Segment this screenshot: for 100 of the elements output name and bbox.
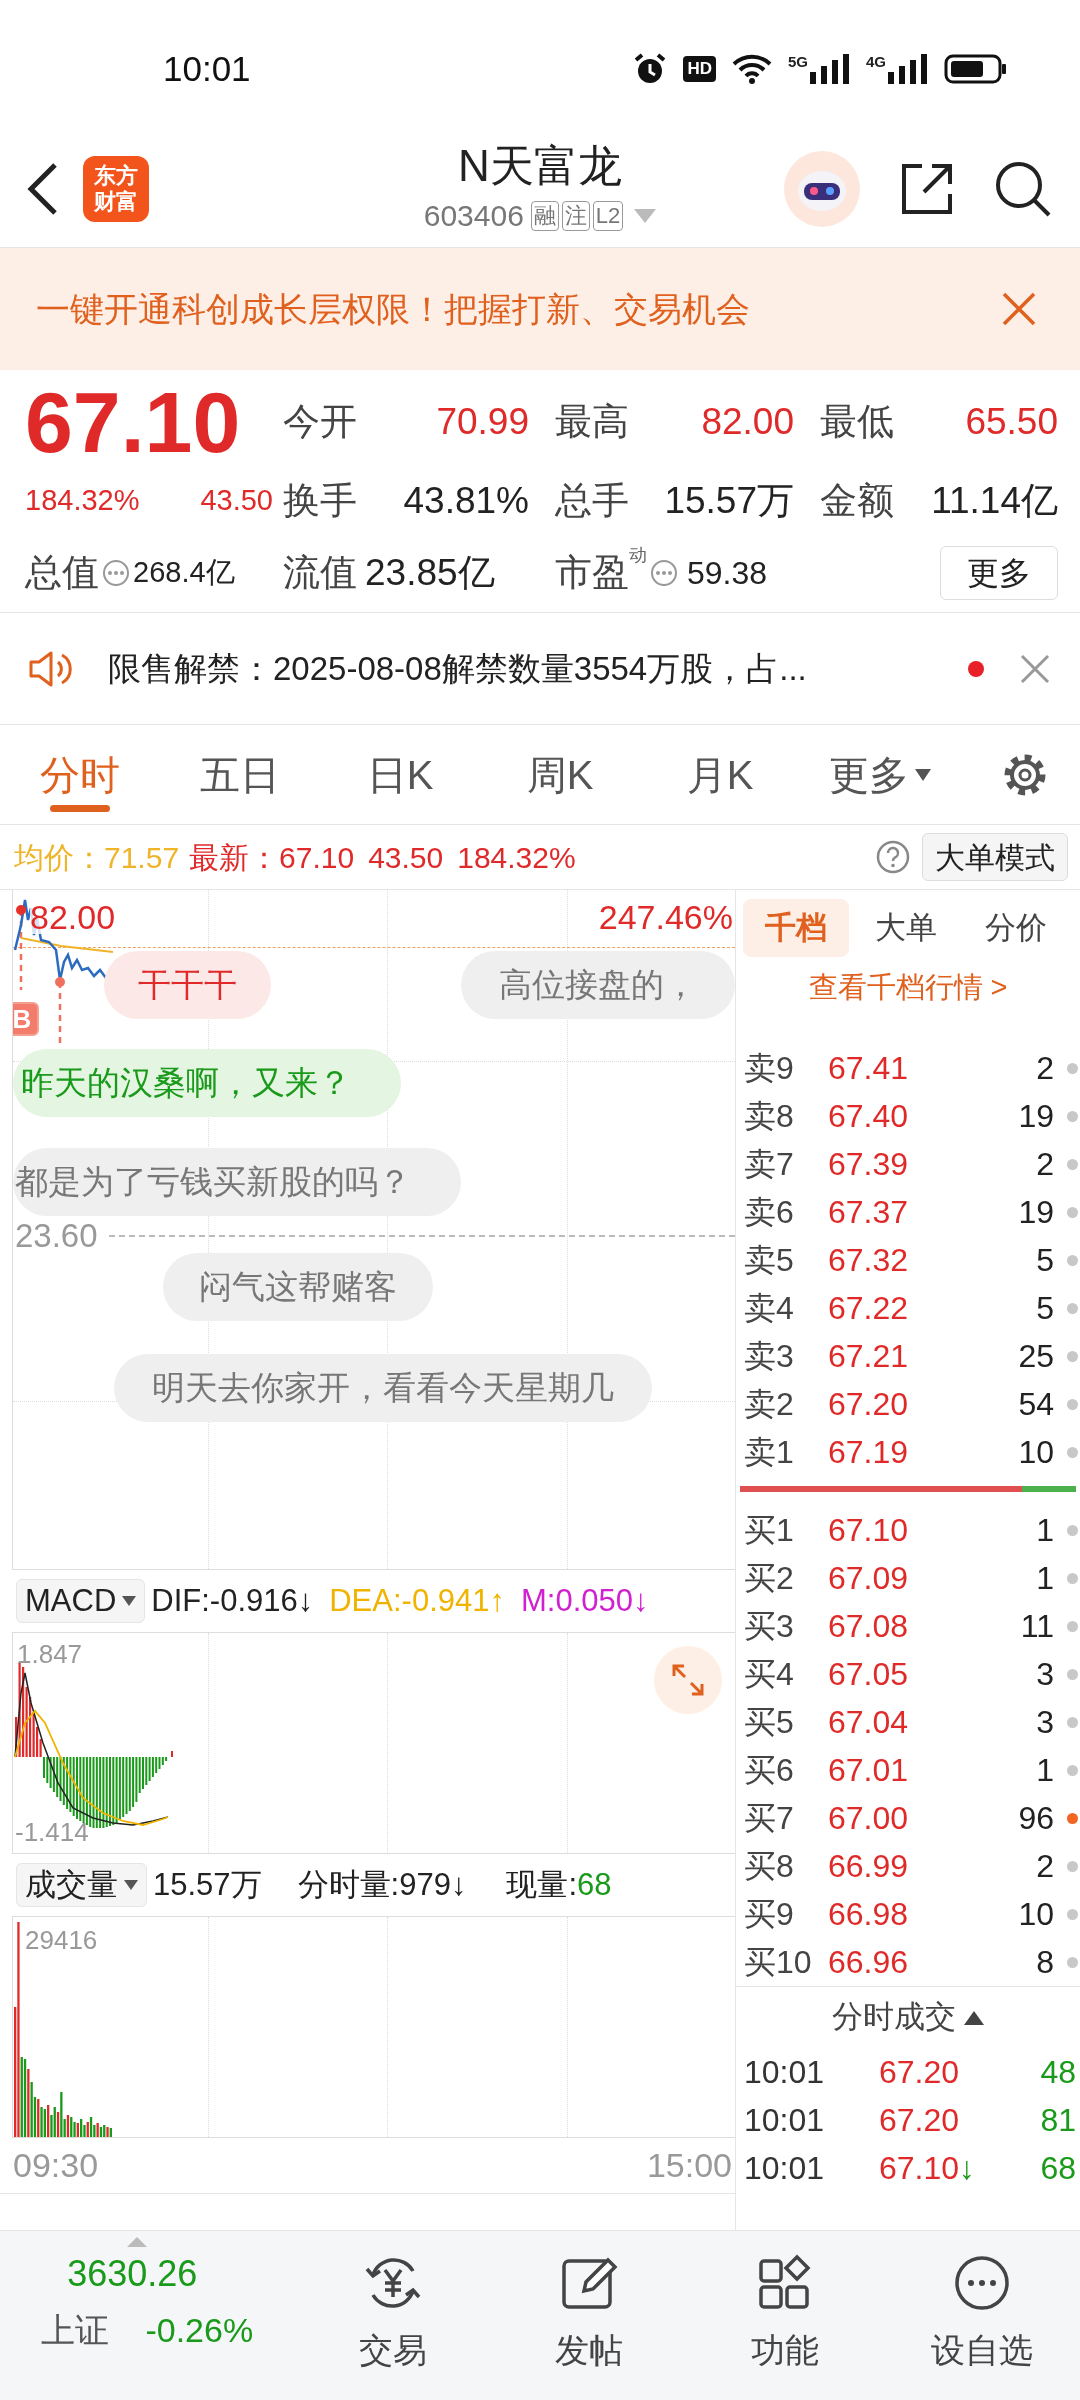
comment-bubble: 都是为了亏钱买新股的吗？ bbox=[13, 1148, 461, 1216]
period-tab[interactable]: 分时 bbox=[0, 725, 160, 824]
order-level-label: 卖5 bbox=[744, 1241, 795, 1280]
time-label: 09:30 bbox=[13, 2145, 99, 2186]
order-level-label: 卖8 bbox=[744, 1097, 795, 1136]
nav-label[interactable]: 功能 bbox=[751, 2325, 820, 2376]
order-volume: 2 bbox=[1036, 1049, 1054, 1088]
mode-button[interactable]: 大单模式 bbox=[922, 833, 1068, 881]
depth-link[interactable]: 查看千档行情 > bbox=[808, 965, 1008, 1010]
order-price: 67.39 bbox=[828, 1145, 910, 1184]
order-price: 67.37 bbox=[828, 1193, 910, 1232]
notice-label: 限售解禁： bbox=[108, 648, 273, 689]
notice-text[interactable]: 2025-08-08解禁数量3554万股，占... bbox=[273, 643, 807, 694]
period-tab[interactable]: 更多 bbox=[800, 725, 960, 824]
trade-time: 10:01 bbox=[744, 2101, 826, 2140]
order-price: 67.05 bbox=[828, 1655, 910, 1694]
order-level-label: 买10 bbox=[744, 1943, 813, 1982]
stock-tag: 注 bbox=[561, 200, 590, 231]
app-logo: 东方 财富 bbox=[83, 155, 149, 222]
current-volume: 68 bbox=[577, 1865, 612, 1904]
order-book-tab[interactable]: 分价 bbox=[963, 899, 1069, 957]
latest-price: 67.10 bbox=[279, 839, 355, 876]
info-icon[interactable] bbox=[102, 559, 130, 587]
average-label: 均价： bbox=[14, 839, 104, 876]
nav-label[interactable]: 交易 bbox=[358, 2325, 427, 2376]
period-tab[interactable]: 日K bbox=[320, 725, 480, 824]
nav-label[interactable]: 设自选 bbox=[930, 2325, 1033, 2376]
trade-volume: 81 bbox=[1040, 2101, 1076, 2140]
trade-time: 10:01 bbox=[744, 2149, 826, 2188]
stat-value: 23.85亿 bbox=[365, 551, 495, 596]
comment-bubble: 昨天的汉桑啊，又来？ bbox=[13, 1049, 401, 1117]
order-price: 67.21 bbox=[828, 1337, 910, 1376]
trade-point bbox=[16, 905, 26, 915]
stat-label: 今开 bbox=[283, 400, 357, 445]
order-volume: 11 bbox=[1020, 1607, 1054, 1646]
axis-label: 1.847 bbox=[17, 1641, 83, 1667]
order-price: 67.20 bbox=[828, 1385, 910, 1424]
period-tab[interactable]: 五日 bbox=[160, 725, 320, 824]
order-volume: 19 bbox=[1018, 1097, 1054, 1136]
info-icon[interactable] bbox=[650, 559, 678, 587]
indicator-selector[interactable]: 成交量 bbox=[16, 1863, 147, 1907]
robot-avatar-icon[interactable] bbox=[784, 150, 860, 227]
stat-label: 总手 bbox=[555, 479, 629, 524]
close-icon[interactable] bbox=[1020, 653, 1050, 684]
comment-bubble: 高位接盘的， bbox=[461, 951, 735, 1019]
order-volume: 1 bbox=[1036, 1511, 1054, 1550]
percent-high-label: 247.46% bbox=[598, 900, 733, 934]
stat-value: 11.14亿 bbox=[931, 479, 1058, 524]
period-tab[interactable]: 月K bbox=[640, 725, 800, 824]
order-level-label: 买3 bbox=[744, 1607, 795, 1646]
network-label: 5G bbox=[787, 54, 808, 69]
order-level-label: 卖7 bbox=[744, 1145, 795, 1184]
index-change: -0.26% bbox=[145, 2310, 254, 2351]
order-book-tab[interactable]: 大单 bbox=[853, 899, 959, 957]
stat-value: 43.81% bbox=[403, 479, 529, 524]
stat-value: 15.57万 bbox=[664, 479, 794, 524]
stat-label: 换手 bbox=[283, 479, 357, 524]
period-tab[interactable]: 周K bbox=[480, 725, 640, 824]
more-button[interactable]: 更多 bbox=[940, 546, 1058, 600]
axis-label: -1.414 bbox=[15, 1819, 89, 1845]
signal-icon bbox=[810, 54, 850, 84]
sort-icon[interactable] bbox=[964, 2010, 984, 2025]
help-icon[interactable] bbox=[876, 840, 910, 874]
order-price: 66.99 bbox=[828, 1847, 910, 1886]
dif-value: DIF:-0.916↓ bbox=[151, 1581, 314, 1620]
caret-icon bbox=[915, 768, 931, 781]
stock-title: N天富龙 bbox=[458, 140, 622, 192]
order-price: 66.96 bbox=[828, 1943, 910, 1982]
order-level-label: 买6 bbox=[744, 1751, 795, 1790]
order-level-label: 卖2 bbox=[744, 1385, 795, 1424]
order-price: 67.32 bbox=[828, 1241, 910, 1280]
search-icon[interactable] bbox=[994, 159, 1052, 218]
close-icon[interactable] bbox=[1002, 292, 1036, 326]
stat-value: 70.99 bbox=[436, 400, 529, 445]
superscript-label: 动 bbox=[629, 544, 647, 565]
order-price: 67.22 bbox=[828, 1289, 910, 1328]
order-price: 67.00 bbox=[828, 1799, 910, 1838]
stock-tag: 融 bbox=[530, 200, 559, 231]
order-volume: 1 bbox=[1036, 1559, 1054, 1598]
current-volume-label: 现量: bbox=[506, 1865, 578, 1904]
average-price: 71.57 bbox=[104, 839, 180, 876]
nav-label[interactable]: 发帖 bbox=[555, 2325, 624, 2376]
order-volume: 1 bbox=[1036, 1751, 1054, 1790]
order-level-label: 买7 bbox=[744, 1799, 795, 1838]
stat-label: 总值 bbox=[25, 551, 99, 596]
trade-point bbox=[55, 977, 65, 987]
order-level-label: 买8 bbox=[744, 1847, 795, 1886]
order-level-label: 买4 bbox=[744, 1655, 795, 1694]
order-level-label: 买2 bbox=[744, 1559, 795, 1598]
order-price: 67.41 bbox=[828, 1049, 910, 1088]
m-value: M:0.050↓ bbox=[521, 1581, 649, 1620]
dea-value: DEA:-0.941↑ bbox=[329, 1581, 505, 1620]
comment-bubble: 明天去你家开，看看今天星期几 bbox=[114, 1354, 652, 1422]
change-percent: 184.32% bbox=[457, 839, 576, 876]
stat-value: 59.38 bbox=[687, 554, 768, 593]
order-level-label: 卖4 bbox=[744, 1289, 795, 1328]
indicator-selector[interactable]: MACD bbox=[16, 1579, 146, 1623]
order-volume: 2 bbox=[1036, 1145, 1054, 1184]
index-value: 3630.26 bbox=[67, 2252, 198, 2296]
order-volume: 96 bbox=[1018, 1799, 1054, 1838]
